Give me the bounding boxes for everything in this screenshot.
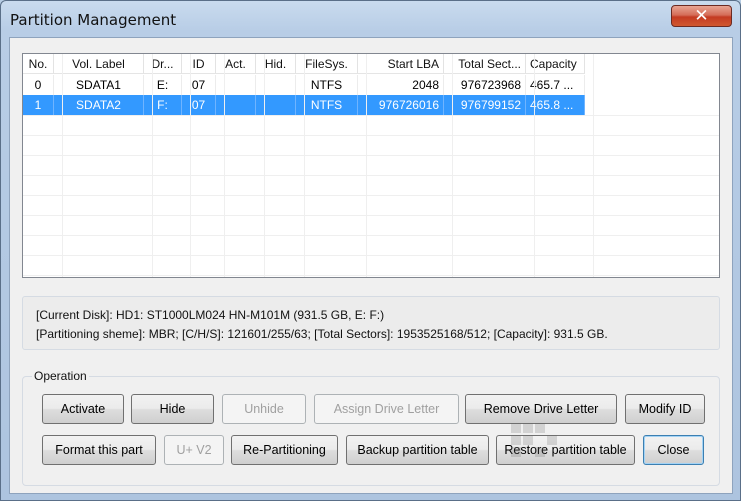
- upgrade-v2-button[interactable]: U+ V2: [164, 435, 224, 465]
- grid-line: [452, 54, 453, 277]
- column-header-drive[interactable]: Dr...: [144, 54, 182, 74]
- cell-hidden: [256, 75, 296, 95]
- remove-drive-letter-button[interactable]: Remove Drive Letter: [465, 394, 617, 424]
- cell-vol-label: SDATA2: [54, 95, 144, 115]
- window-title: Partition Management: [10, 11, 177, 29]
- assign-drive-letter-button[interactable]: Assign Drive Letter: [314, 394, 459, 424]
- title-bar[interactable]: Partition Management ✕: [1, 1, 740, 37]
- grid-line: [23, 135, 719, 136]
- activate-button[interactable]: Activate: [42, 394, 124, 424]
- cell-total-sectors: 976799152: [444, 95, 526, 115]
- grid-line: [23, 255, 719, 256]
- restore-partition-table-button[interactable]: Restore partition table: [496, 435, 635, 465]
- cell-filesys: NTFS: [296, 75, 358, 95]
- close-button[interactable]: Close: [643, 435, 704, 465]
- close-window-button[interactable]: ✕: [671, 5, 732, 27]
- grid-line: [23, 195, 719, 196]
- cell-drive: E:: [144, 75, 182, 95]
- column-header-filesys[interactable]: FileSys.: [296, 54, 358, 74]
- grid-line: [304, 54, 305, 277]
- grid-line: [23, 275, 719, 276]
- column-header-total-sectors[interactable]: Total Sect...: [444, 54, 526, 74]
- partition-management-window: Partition Management ✕ No. Vol. Label Dr…: [0, 0, 741, 501]
- grid-line: [264, 54, 265, 277]
- partition-list[interactable]: No. Vol. Label Dr... ID Act. Hid. FileSy…: [22, 53, 720, 278]
- re-partitioning-button[interactable]: Re-Partitioning: [231, 435, 338, 465]
- partitioning-scheme-info: [Partitioning sheme]: MBR; [C/H/S]: 1216…: [36, 327, 608, 341]
- column-header-start-lba[interactable]: Start LBA: [358, 54, 444, 74]
- column-header-id[interactable]: ID: [182, 54, 216, 74]
- cell-no: 0: [23, 75, 54, 95]
- grid-line: [23, 215, 719, 216]
- grid-line: [224, 54, 225, 277]
- column-header-no[interactable]: No.: [23, 54, 54, 74]
- grid-line: [152, 54, 153, 277]
- grid-line: [190, 54, 191, 277]
- cell-vol-label: SDATA1: [54, 75, 144, 95]
- cell-active: [216, 75, 256, 95]
- close-icon: ✕: [694, 6, 709, 26]
- cell-no: 1: [23, 95, 54, 115]
- cell-hidden: [256, 95, 296, 115]
- grid-line: [23, 235, 719, 236]
- column-header-active[interactable]: Act.: [216, 54, 256, 74]
- grid-line: [23, 155, 719, 156]
- current-disk-info: [Current Disk]: HD1: ST1000LM024 HN-M101…: [36, 308, 385, 322]
- cell-start-lba: 976726016: [358, 95, 444, 115]
- operation-group-label: Operation: [32, 369, 89, 383]
- cell-filesys: NTFS: [296, 95, 358, 115]
- operation-group: Operation Activate Hide Unhide Assign Dr…: [22, 369, 720, 486]
- backup-partition-table-button[interactable]: Backup partition table: [346, 435, 489, 465]
- unhide-button[interactable]: Unhide: [222, 394, 306, 424]
- grid-line: [366, 54, 367, 277]
- cell-total-sectors: 976723968: [444, 75, 526, 95]
- grid-line: [593, 54, 594, 277]
- grid-line: [534, 54, 535, 277]
- cell-active: [216, 95, 256, 115]
- grid-line: [23, 115, 719, 116]
- column-header-vol-label[interactable]: Vol. Label: [54, 54, 144, 74]
- cell-drive: F:: [144, 95, 182, 115]
- column-header-hidden[interactable]: Hid.: [256, 54, 296, 74]
- cell-start-lba: 2048: [358, 75, 444, 95]
- grid-line: [23, 175, 719, 176]
- grid-line: [62, 54, 63, 277]
- cell-id: 07: [182, 75, 216, 95]
- modify-id-button[interactable]: Modify ID: [625, 394, 705, 424]
- disk-info-panel: [Current Disk]: HD1: ST1000LM024 HN-M101…: [22, 296, 720, 350]
- format-partition-button[interactable]: Format this part: [42, 435, 156, 465]
- dialog-client-area: No. Vol. Label Dr... ID Act. Hid. FileSy…: [9, 37, 733, 494]
- hide-button[interactable]: Hide: [131, 394, 214, 424]
- cell-id: 07: [182, 95, 216, 115]
